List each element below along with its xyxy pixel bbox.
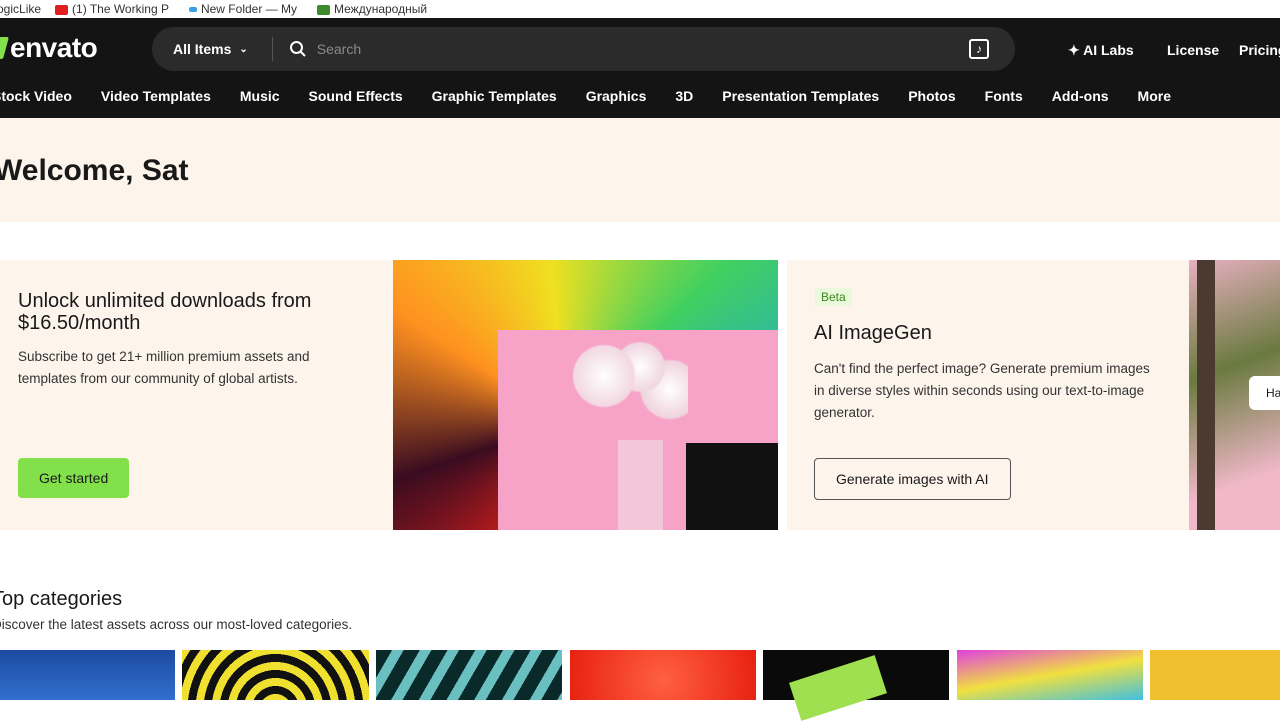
nav-item[interactable]: Presentation Templates xyxy=(722,88,879,104)
nav-item[interactable]: Video Templates xyxy=(101,88,211,104)
nav-item[interactable]: Sound Effects xyxy=(309,88,403,104)
category-dropdown[interactable]: All Items ⌄ xyxy=(173,41,248,57)
nav-item[interactable]: Photos xyxy=(908,88,955,104)
sparkle-icon: ✦ xyxy=(1068,42,1084,58)
youtube-icon xyxy=(55,4,69,15)
mockup-box xyxy=(789,655,887,721)
category-thumb[interactable] xyxy=(957,650,1143,700)
nav-item[interactable]: 3D xyxy=(675,88,693,104)
imagegen-title: AI ImageGen xyxy=(814,322,932,344)
person xyxy=(618,440,663,530)
category-thumb[interactable] xyxy=(376,650,562,700)
category-thumb[interactable] xyxy=(1150,650,1280,700)
bookmark[interactable]: New Folder — My xyxy=(188,2,297,16)
peek-button[interactable]: Ha xyxy=(1249,376,1280,410)
promo-card: Unlock unlimited downloads from $16.50/m… xyxy=(0,260,393,530)
category-thumb[interactable] xyxy=(182,650,369,700)
category-thumb[interactable] xyxy=(0,650,175,700)
bookmark[interactable]: ogicLike xyxy=(0,2,41,16)
nav-item[interactable]: Music xyxy=(240,88,280,104)
ai-labs-link[interactable]: ✦ AI Labs xyxy=(1068,42,1134,59)
imagegen-text: Can't find the perfect image? Generate p… xyxy=(814,361,1150,420)
nav-item[interactable]: Add-ons xyxy=(1052,88,1109,104)
bookmarks-bar: ogicLike (1) The Working P New Folder — … xyxy=(0,0,1280,18)
nav-item[interactable]: Fonts xyxy=(985,88,1023,104)
bookmark[interactable]: Международный xyxy=(317,2,427,16)
top-categories-subtitle: Discover the latest assets across our mo… xyxy=(0,617,353,632)
promo-title: Unlock unlimited downloads from $16.50/m… xyxy=(18,290,312,334)
divider xyxy=(271,37,273,61)
nav-item[interactable]: More xyxy=(1138,88,1171,104)
imagegen-card: Beta AI ImageGen Can't find the perfect … xyxy=(787,260,1189,530)
leaf-icon xyxy=(0,37,9,59)
get-started-button[interactable]: Get started xyxy=(18,458,130,498)
nav-item[interactable]: Graphic Templates xyxy=(432,88,557,104)
pricing-link[interactable]: Pricing xyxy=(1239,42,1280,58)
category-thumb[interactable] xyxy=(763,650,949,721)
welcome-banner: Welcome, Sat xyxy=(0,118,1280,222)
nav-item[interactable]: Stock Video xyxy=(0,88,72,104)
typography-poster xyxy=(686,443,778,530)
promo-text: Subscribe to get 21+ million premium ass… xyxy=(18,349,310,386)
bookmark[interactable]: (1) The Working P xyxy=(55,2,169,16)
envato-logo[interactable]: envato xyxy=(0,32,98,64)
category-nav: Stock Video Video Templates Music Sound … xyxy=(0,88,1171,104)
tree-trunk xyxy=(1197,260,1215,530)
generate-images-button[interactable]: Generate images with AI xyxy=(814,458,1011,500)
chevron-down-icon: ⌄ xyxy=(239,43,248,55)
folder-icon xyxy=(188,7,197,13)
license-link[interactable]: License xyxy=(1167,42,1219,58)
category-thumb[interactable] xyxy=(570,650,756,700)
search-input[interactable] xyxy=(316,41,969,57)
search-bar: All Items⌄ ♪ xyxy=(152,27,1015,71)
imagegen-image: Ha xyxy=(1189,260,1280,530)
balloons xyxy=(568,340,688,430)
welcome-heading: Welcome, Sat xyxy=(0,154,189,187)
balloons-photo xyxy=(498,330,778,530)
search-icon xyxy=(289,41,306,57)
header: envato All Items⌄ ♪ ✦ AI Labs License Pr… xyxy=(0,18,1280,118)
beta-badge: Beta xyxy=(815,288,852,306)
promo-image xyxy=(393,260,778,530)
audio-search-icon[interactable]: ♪ xyxy=(969,39,989,59)
site-icon xyxy=(317,4,330,15)
top-categories-heading: Top categories xyxy=(0,588,123,610)
nav-item[interactable]: Graphics xyxy=(586,88,647,104)
